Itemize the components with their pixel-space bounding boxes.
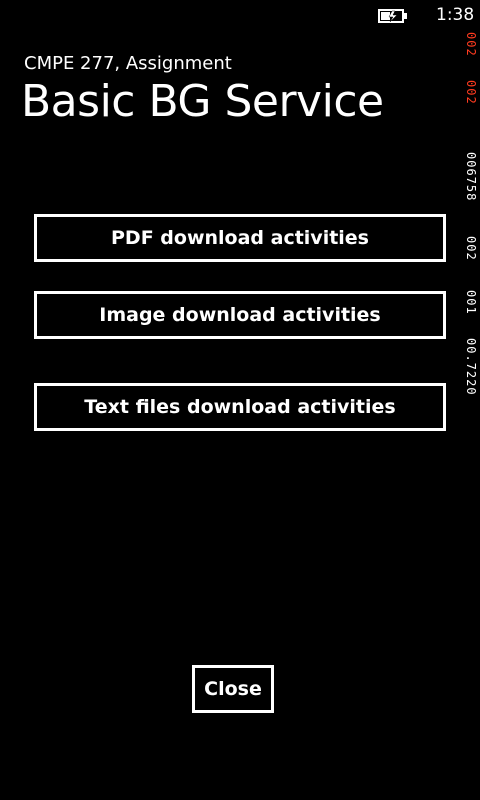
frame-rate-counters: 002 002 006758 002 001 00.7220 xyxy=(462,28,480,408)
image-download-button[interactable]: Image download activities xyxy=(34,291,446,339)
text-files-download-button[interactable]: Text files download activities xyxy=(34,383,446,431)
close-button[interactable]: Close xyxy=(192,665,274,713)
frame-counter-0: 002 xyxy=(464,32,478,57)
status-bar: 1:38 xyxy=(0,0,480,32)
frame-counter-2: 006758 xyxy=(464,152,478,202)
frame-counter-3: 002 xyxy=(464,236,478,261)
page-title: Basic BG Service xyxy=(21,76,384,127)
battery-charging-icon xyxy=(378,9,407,23)
status-time: 1:38 xyxy=(436,5,475,25)
app-title: CMPE 277, Assignment xyxy=(24,53,232,74)
frame-counter-4: 001 xyxy=(464,290,478,315)
frame-counter-5: 00.7220 xyxy=(464,338,478,396)
frame-counter-1: 002 xyxy=(464,80,478,105)
pdf-download-button[interactable]: PDF download activities xyxy=(34,214,446,262)
